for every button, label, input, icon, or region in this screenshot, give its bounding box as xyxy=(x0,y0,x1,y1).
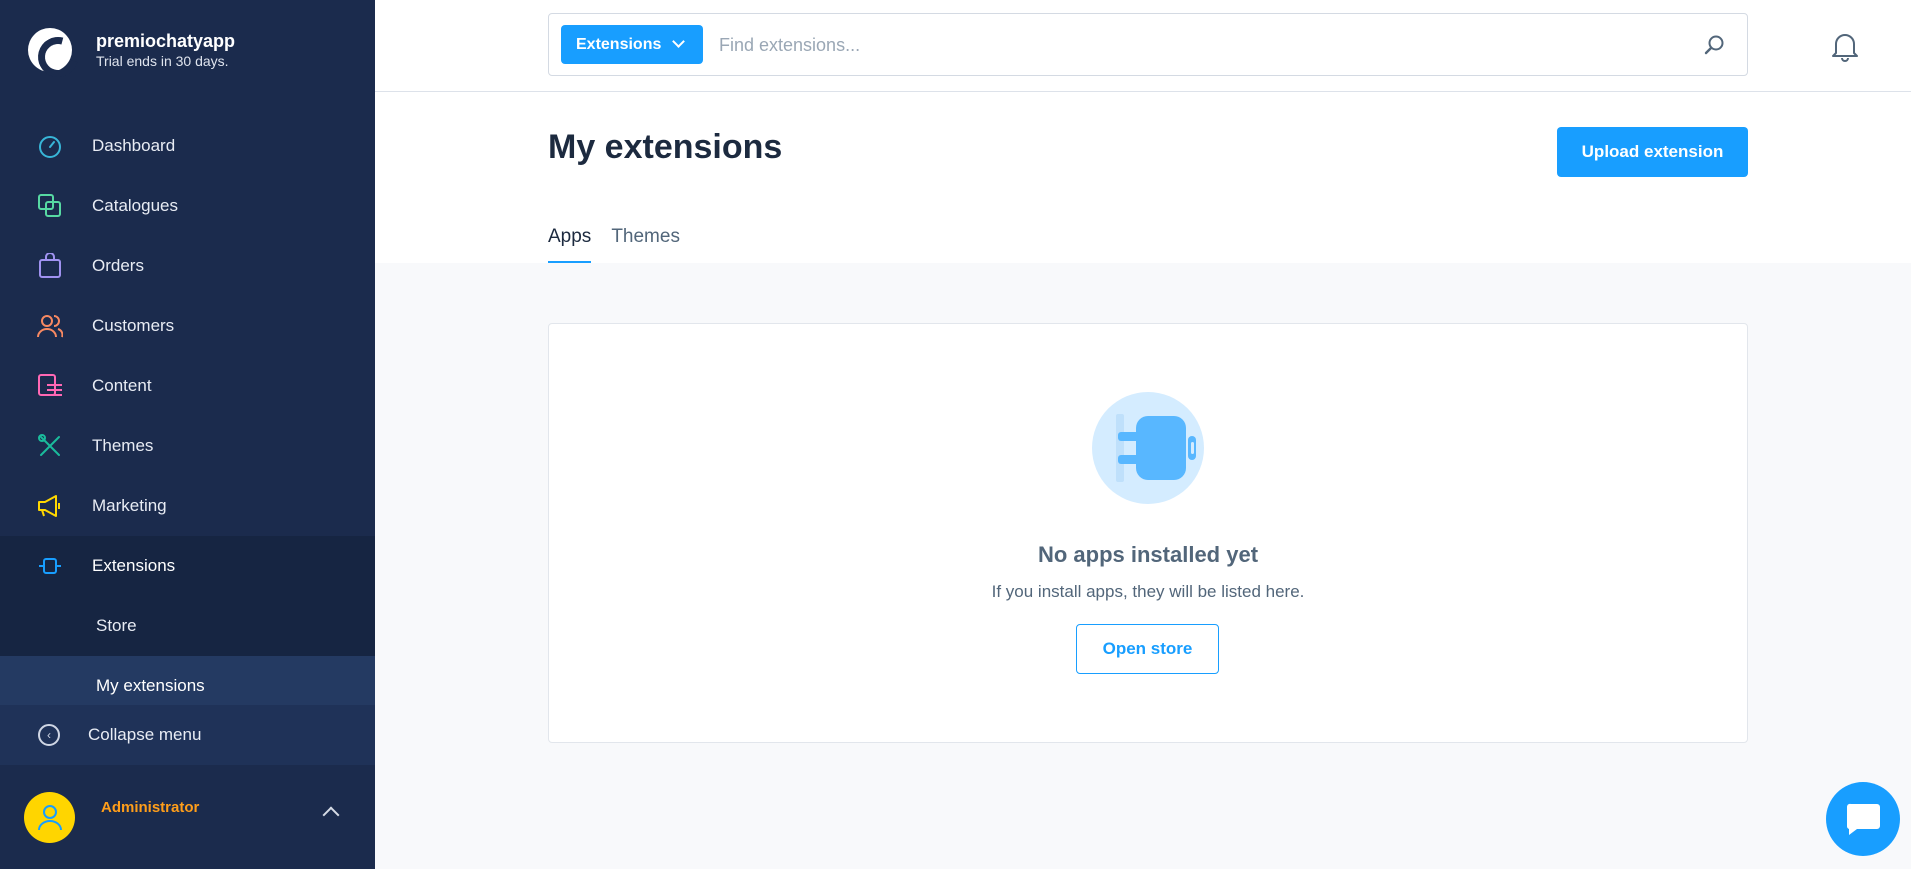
sidebar-item-label: Orders xyxy=(92,256,144,275)
top-bar: Extensions xyxy=(375,0,1911,92)
tabs: Apps Themes xyxy=(548,226,700,263)
search-scope-label: Extensions xyxy=(576,35,662,53)
collapse-menu-button[interactable]: ‹ Collapse menu xyxy=(0,705,375,765)
sidebar-item-label: Marketing xyxy=(92,496,167,515)
sidebar-item-label: Themes xyxy=(92,436,154,455)
orders-icon xyxy=(36,252,64,280)
sidebar-item-extensions[interactable]: Extensions xyxy=(0,536,375,596)
chat-widget-button[interactable] xyxy=(1826,782,1900,856)
open-store-button[interactable]: Open store xyxy=(1076,624,1219,674)
themes-icon xyxy=(36,432,64,460)
brand[interactable]: premiochatyapp Trial ends in 30 days. xyxy=(28,28,235,72)
brand-text: premiochatyapp Trial ends in 30 days. xyxy=(96,30,235,70)
extensions-icon xyxy=(36,552,64,580)
content-icon xyxy=(36,372,64,400)
catalogues-icon xyxy=(36,192,64,220)
sidebar: premiochatyapp Trial ends in 30 days. Da… xyxy=(0,0,375,869)
sidebar-item-label: Customers xyxy=(92,316,175,335)
upload-extension-button[interactable]: Upload extension xyxy=(1557,127,1748,177)
sidebar-item-themes[interactable]: Themes xyxy=(0,416,375,476)
dashboard-icon xyxy=(36,132,64,160)
empty-state-title: No apps installed yet xyxy=(1037,542,1259,567)
sidebar-item-content[interactable]: Content xyxy=(0,356,375,416)
sidebar-item-label: Extensions xyxy=(92,556,176,575)
user-name: Administrator xyxy=(101,798,200,816)
main-nav: Dashboard Catalogues Orders Customers Co… xyxy=(0,116,375,716)
user-icon xyxy=(37,805,62,831)
shop-name: premiochatyapp xyxy=(96,31,236,51)
collapse-menu-label: Collapse menu xyxy=(88,725,202,744)
chat-icon xyxy=(1846,803,1880,835)
sidebar-item-customers[interactable]: Customers xyxy=(0,296,375,356)
bell-icon[interactable] xyxy=(1830,30,1860,62)
tab-apps[interactable]: Apps xyxy=(548,226,592,263)
page-title: My extensions xyxy=(548,128,783,166)
empty-state-card: No apps installed yet If you install app… xyxy=(548,323,1748,743)
trial-notice: Trial ends in 30 days. xyxy=(96,53,229,69)
customers-icon xyxy=(36,312,64,340)
chevron-down-icon xyxy=(672,35,685,48)
sidebar-subitem-label: My extensions xyxy=(96,676,205,695)
avatar xyxy=(24,791,75,843)
sidebar-item-label: Catalogues xyxy=(92,196,179,215)
sidebar-item-marketing[interactable]: Marketing xyxy=(0,476,375,536)
marketing-icon xyxy=(36,492,64,520)
sidebar-item-catalogues[interactable]: Catalogues xyxy=(0,176,375,236)
search-input[interactable] xyxy=(719,26,1679,64)
chevron-left-circle-icon: ‹ xyxy=(38,724,60,746)
shopware-logo-icon xyxy=(28,28,72,72)
sidebar-subitem-store[interactable]: Store xyxy=(0,596,375,656)
plug-illustration-icon xyxy=(1092,392,1204,504)
sidebar-item-dashboard[interactable]: Dashboard xyxy=(0,116,375,176)
sidebar-subitem-label: Store xyxy=(96,616,137,635)
search-bar: Extensions xyxy=(548,13,1748,76)
chevron-up-icon[interactable] xyxy=(322,806,340,824)
sidebar-item-label: Dashboard xyxy=(92,136,176,155)
search-scope-dropdown[interactable]: Extensions xyxy=(561,25,703,64)
sidebar-item-orders[interactable]: Orders xyxy=(0,236,375,296)
page-header: My extensions Upload extension Apps Them… xyxy=(375,92,1911,263)
search-icon[interactable] xyxy=(1703,34,1725,56)
empty-state-text: If you install apps, they will be listed… xyxy=(991,582,1305,601)
sidebar-item-label: Content xyxy=(92,376,152,395)
tab-themes[interactable]: Themes xyxy=(611,226,680,263)
user-menu[interactable]: Administrator xyxy=(0,765,375,869)
